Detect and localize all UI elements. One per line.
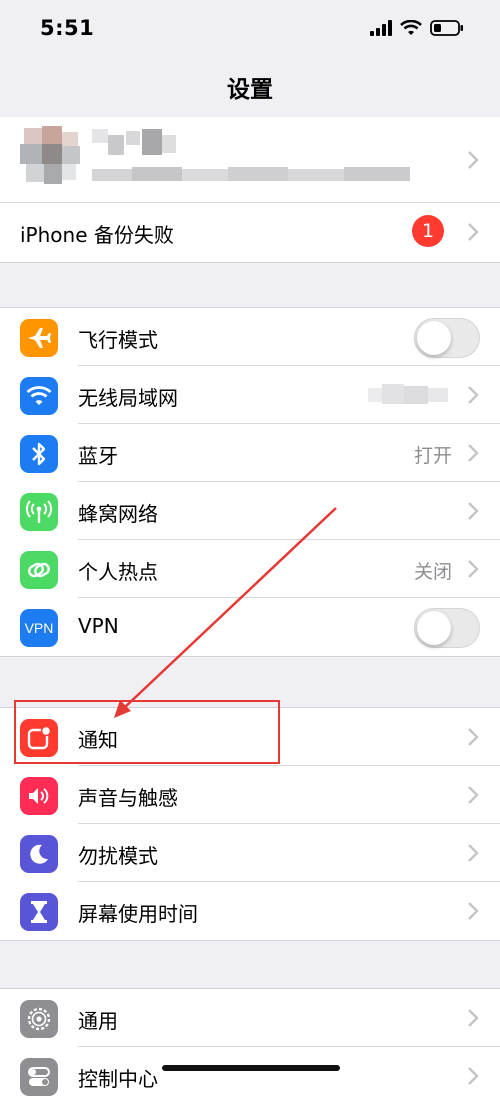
row-label: 控制中心 [78,1067,158,1091]
chevron-right-icon [468,844,479,862]
airplane-mode-row[interactable]: 飞行模式 [0,308,500,366]
cellular-signal-icon [370,20,392,36]
status-bar: 5:51 [0,0,500,62]
page-title: 设置 [227,77,273,103]
cellular-row[interactable]: 蜂窝网络 [0,482,500,540]
annotation-highlight-box [14,700,280,764]
home-indicator[interactable] [162,1065,340,1071]
vpn-row[interactable]: VPN VPN [0,598,500,656]
row-label: VPN [78,614,119,638]
chevron-right-icon [468,1009,479,1027]
speaker-icon [20,777,58,815]
chevron-right-icon [468,444,479,462]
avatar [16,122,86,192]
chevron-right-icon [468,223,479,241]
hourglass-icon [20,893,58,931]
row-label: 个人热点 [78,560,158,584]
row-label: 勿扰模式 [78,844,158,868]
bluetooth-row[interactable]: 蓝牙 打开 [0,424,500,482]
hotspot-row[interactable]: 个人热点 关闭 [0,540,500,598]
row-label: 蜂窝网络 [78,502,158,526]
bluetooth-icon [20,435,58,473]
row-label: 蓝牙 [78,444,118,468]
wifi-network-name-pixelated [368,384,448,404]
wifi-icon [20,377,58,415]
chevron-right-icon [468,560,479,578]
wifi-status-icon [400,20,422,35]
chevron-right-icon [468,1067,479,1085]
chevron-right-icon [468,728,479,746]
connectivity-group: 飞行模式 无线局域网 蓝牙 打开 蜂窝网络 个人热点 关闭 VPN VPN [0,307,500,657]
row-label: 声音与触感 [78,786,178,810]
row-label: 屏幕使用时间 [78,902,198,926]
profile-subtitle-pixelated [92,167,410,181]
bluetooth-status: 打开 [413,445,452,467]
row-label: 无线局域网 [78,386,178,410]
control-center-row[interactable]: 控制中心 [0,1047,500,1105]
chevron-right-icon [468,502,479,520]
moon-icon [20,835,58,873]
hotspot-link-icon [20,551,58,589]
sounds-row[interactable]: 声音与触感 [0,766,500,824]
airplane-mode-toggle[interactable] [414,318,480,358]
general-row[interactable]: 通用 [0,989,500,1047]
vpn-icon: VPN [20,609,58,647]
gear-icon [20,1000,58,1038]
vpn-toggle[interactable] [414,608,480,648]
battery-icon [430,20,463,36]
screen-time-row[interactable]: 屏幕使用时间 [0,882,500,940]
status-time: 5:51 [40,16,95,40]
chevron-right-icon [468,151,479,169]
cellular-antenna-icon [20,493,58,531]
do-not-disturb-row[interactable]: 勿扰模式 [0,824,500,882]
row-label: 通用 [78,1009,118,1033]
toggles-icon [20,1058,58,1096]
chevron-right-icon [468,902,479,920]
backup-badge: 1 [412,215,444,247]
chevron-right-icon [468,786,479,804]
chevron-right-icon [468,386,479,404]
airplane-icon [20,319,58,357]
vpn-icon-text: VPN [24,620,54,636]
general-group: 通用 控制中心 [0,988,500,1105]
apple-id-row[interactable] [0,117,500,203]
hotspot-status: 关闭 [413,561,452,583]
row-label: 飞行模式 [78,328,158,352]
status-icons [370,20,464,36]
backup-label: iPhone 备份失败 [20,223,174,247]
profile-name-pixelated [92,129,176,155]
wifi-row[interactable]: 无线局域网 [0,366,500,424]
